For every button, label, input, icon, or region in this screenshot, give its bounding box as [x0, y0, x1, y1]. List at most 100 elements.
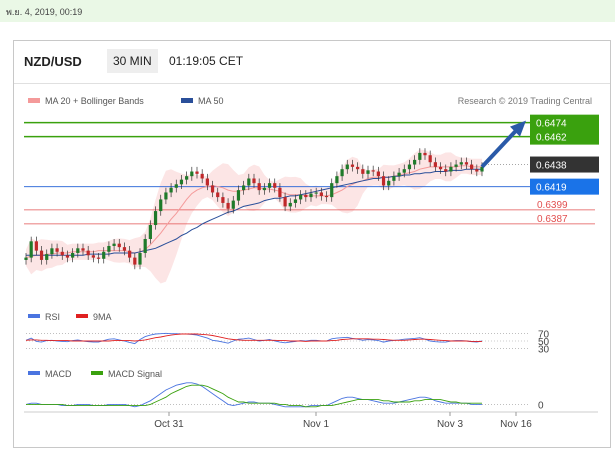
- candle-body: [96, 257, 101, 259]
- candle-body: [345, 164, 349, 170]
- candle-body: [236, 190, 241, 201]
- bollinger-band: [26, 149, 482, 284]
- x-tick-label: Nov 16: [500, 419, 532, 430]
- candle-body: [216, 192, 220, 198]
- price-level-label-0.6462: 0.6462: [536, 133, 567, 144]
- candle-body: [231, 200, 235, 209]
- candle-body: [65, 255, 70, 258]
- rsi-level-label-30: 30: [538, 344, 550, 355]
- candle-body: [299, 194, 303, 200]
- macd-legend-swatch: [28, 371, 40, 375]
- candle-body: [304, 194, 308, 198]
- candle-body: [459, 162, 463, 165]
- candle-body: [288, 202, 292, 207]
- candle-body: [200, 173, 204, 179]
- x-tick-label: Oct 31: [154, 419, 184, 430]
- candle-body: [376, 171, 380, 177]
- macd-signal-legend: MACD Signal: [108, 369, 162, 379]
- candle-body: [112, 243, 116, 246]
- candle-body: [366, 170, 370, 174]
- rsi-line: [25, 332, 483, 345]
- candle-body: [71, 252, 75, 258]
- legend-swatch-ma20: [28, 98, 40, 103]
- candle-body: [475, 169, 479, 172]
- candle-body: [314, 192, 318, 194]
- x-tick-label: Nov 3: [437, 419, 464, 430]
- candle-body: [34, 241, 38, 251]
- candle-body: [185, 176, 189, 180]
- x-tick-label: Nov 1: [303, 419, 330, 430]
- candle-body: [309, 193, 313, 198]
- price-level-label-0.6399: 0.6399: [537, 200, 568, 211]
- candle-body: [433, 162, 437, 167]
- price-level-label-0.6438: 0.6438: [536, 161, 567, 172]
- candle-body: [464, 162, 469, 165]
- candle-body: [438, 166, 443, 170]
- candle-body: [252, 178, 256, 184]
- candle-body: [444, 169, 448, 172]
- macd-signal-line: [26, 384, 482, 408]
- candle-body: [81, 248, 85, 251]
- candle-body: [392, 176, 396, 181]
- candle-body: [169, 187, 173, 193]
- candle-body: [143, 238, 147, 253]
- candle-body: [423, 152, 427, 156]
- candle-body: [350, 164, 355, 167]
- candle-body: [91, 255, 95, 258]
- candle-body: [330, 183, 334, 198]
- candle-body: [138, 252, 142, 265]
- candle-body: [117, 243, 121, 248]
- candle-body: [371, 170, 375, 172]
- candle-body: [397, 172, 401, 177]
- candle-body: [50, 248, 54, 255]
- candle-body: [449, 166, 453, 172]
- candle-body: [356, 166, 360, 170]
- candle-body: [107, 245, 111, 252]
- candle-body: [55, 248, 59, 252]
- candle-body: [293, 199, 298, 203]
- candle-body: [159, 199, 163, 212]
- candle-body: [454, 164, 458, 167]
- candle-body: [179, 179, 184, 185]
- macd-signal-legend-swatch: [91, 371, 103, 375]
- candle-body: [29, 241, 33, 258]
- candle-body: [210, 185, 215, 193]
- candle-body: [195, 171, 199, 174]
- candle-body: [226, 202, 230, 209]
- rsi-ma-line: [25, 333, 482, 342]
- candle-body: [418, 152, 422, 160]
- candle-body: [221, 197, 225, 203]
- rsi-legend-swatch: [28, 314, 40, 318]
- candle-body: [247, 178, 251, 186]
- candle-body: [324, 195, 329, 198]
- price-level-label-0.6419: 0.6419: [536, 183, 567, 194]
- candle-body: [60, 251, 64, 256]
- candle-body: [340, 169, 344, 177]
- candle-body: [335, 176, 339, 184]
- candle-body: [283, 197, 287, 207]
- candle-body: [174, 184, 178, 188]
- candle-body: [387, 180, 391, 186]
- candle-body: [257, 183, 261, 191]
- candle-body: [102, 251, 106, 259]
- price-level-label-0.6387: 0.6387: [537, 214, 568, 225]
- price-level-label-0.6474: 0.6474: [536, 119, 567, 130]
- legend-swatch-ma50: [181, 98, 193, 103]
- candle-body: [428, 155, 432, 163]
- candle-body: [278, 187, 282, 198]
- candle-body: [128, 250, 132, 258]
- rsi-ma-legend-swatch: [76, 314, 88, 318]
- rsi-legend: RSI: [45, 312, 60, 322]
- candle-body: [273, 183, 277, 188]
- candle-body: [242, 185, 246, 191]
- legend-ma50: MA 50: [198, 96, 224, 106]
- candle-body: [407, 164, 412, 170]
- macd-legend: MACD: [45, 369, 72, 379]
- candle-body: [470, 164, 474, 170]
- rsi-ma-legend: 9MA: [93, 312, 112, 322]
- candle-body: [190, 171, 194, 177]
- candle-body: [413, 159, 417, 165]
- candle-body: [122, 247, 127, 251]
- macd-level-label: 0: [538, 400, 544, 411]
- candle-body: [361, 169, 365, 174]
